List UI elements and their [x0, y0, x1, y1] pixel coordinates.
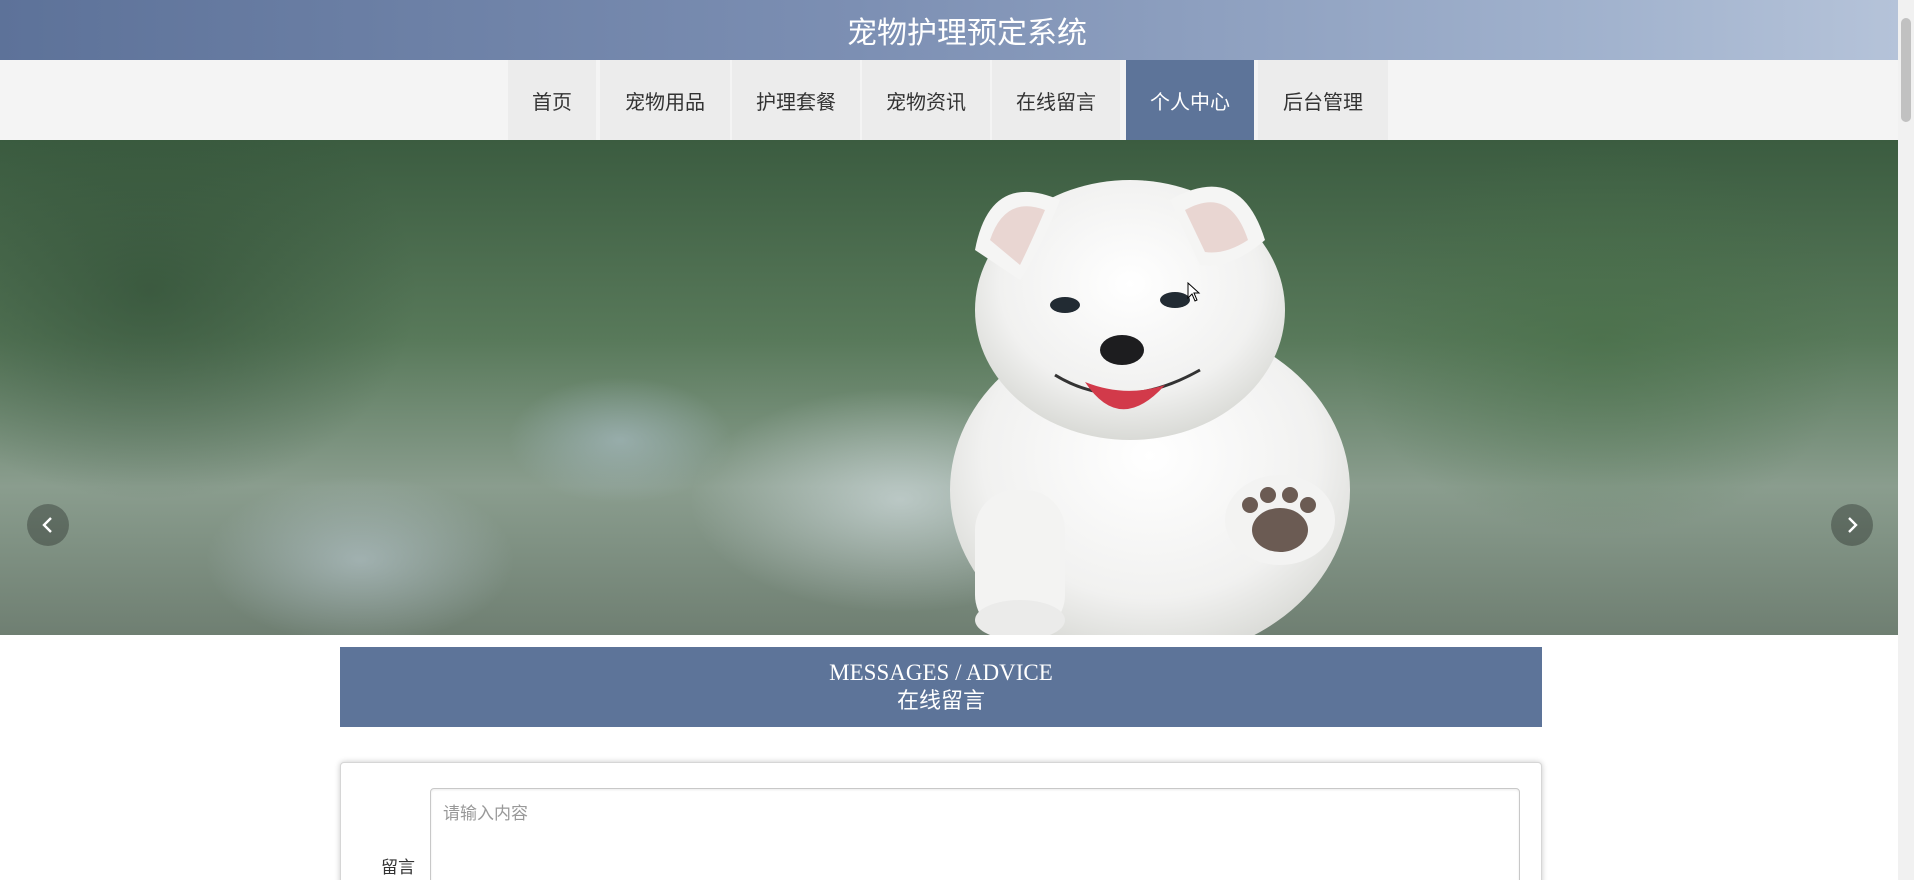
chevron-right-icon	[1848, 517, 1858, 533]
carousel-prev-button[interactable]	[27, 504, 69, 546]
carousel-next-button[interactable]	[1831, 504, 1873, 546]
message-textarea[interactable]	[430, 788, 1520, 880]
messages-section-header: MESSAGES / ADVICE 在线留言	[340, 647, 1542, 727]
samoyed-puppy-image	[950, 180, 1350, 635]
site-title: 宠物护理预定系统	[847, 16, 1087, 51]
nav-item-pet-supplies[interactable]: 宠物用品	[600, 60, 730, 140]
section-title-zh: 在线留言	[896, 688, 985, 713]
main-nav: 首页 宠物用品 护理套餐 宠物资讯 在线留言 个人中心 后台管理	[0, 60, 1898, 140]
nav-item-personal-center[interactable]: 个人中心	[1126, 60, 1254, 140]
message-label: 留言	[381, 858, 415, 878]
nav-item-care-packages[interactable]: 护理套餐	[732, 60, 860, 140]
message-form: 留言	[340, 762, 1542, 880]
hero-carousel[interactable]	[0, 140, 1898, 635]
mouse-cursor-icon	[1187, 282, 1201, 302]
nav-item-online-messages[interactable]: 在线留言	[992, 60, 1120, 140]
section-title-en: MESSAGES / ADVICE	[829, 660, 1053, 685]
nav-item-pet-news[interactable]: 宠物资讯	[862, 60, 990, 140]
nav-item-home[interactable]: 首页	[508, 60, 596, 140]
site-header: 宠物护理预定系统	[0, 0, 1898, 60]
page-scrollbar[interactable]	[1898, 0, 1914, 880]
chevron-left-icon	[42, 517, 52, 533]
nav-item-admin[interactable]: 后台管理	[1258, 60, 1388, 140]
scrollbar-thumb[interactable]	[1901, 18, 1911, 122]
